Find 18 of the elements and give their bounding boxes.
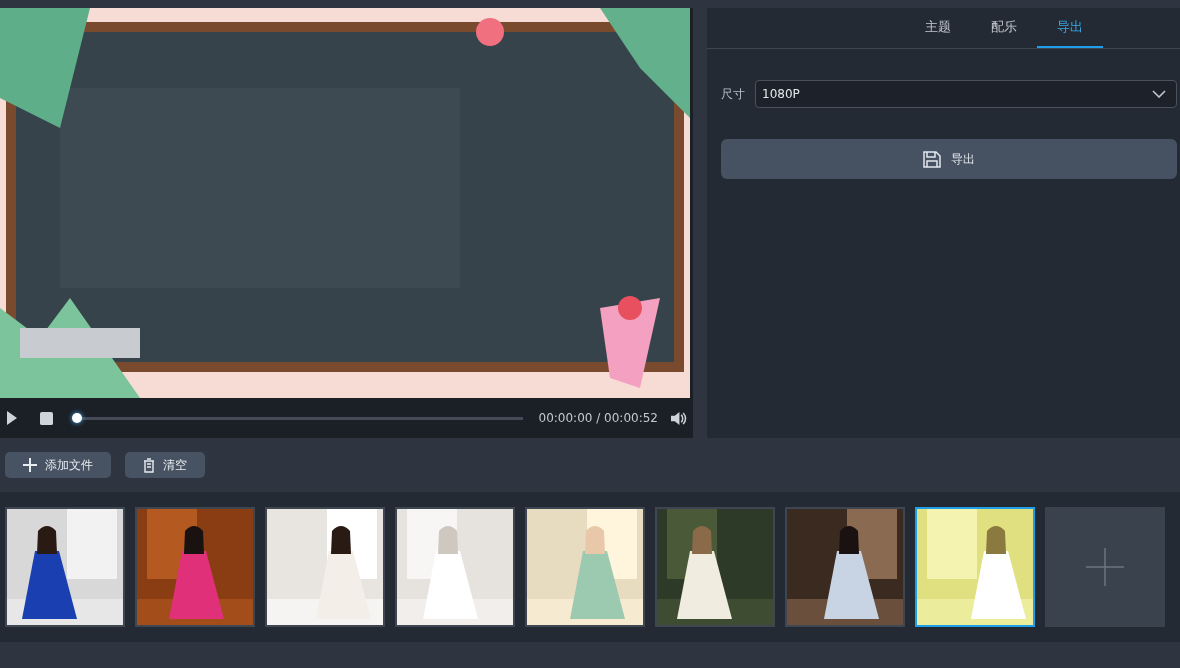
size-label: 尺寸 (721, 85, 745, 103)
volume-icon[interactable] (670, 410, 687, 426)
chevron-down-icon (1152, 90, 1166, 98)
progress-handle[interactable] (72, 412, 82, 423)
export-button[interactable]: 导出 (721, 139, 1177, 179)
add-file-button[interactable]: 添加文件 (5, 452, 111, 478)
tab[interactable]: 导出 (1036, 8, 1103, 48)
play-icon[interactable] (6, 410, 18, 426)
plus-icon (23, 458, 37, 472)
clear-button[interactable]: 清空 (125, 452, 205, 478)
size-dropdown[interactable]: 1080P (755, 80, 1177, 108)
time-display: 00:00:00 / 00:00:52 (538, 411, 658, 425)
tab[interactable]: 配乐 (970, 8, 1037, 48)
stop-icon[interactable] (40, 411, 53, 425)
trash-icon (143, 457, 155, 473)
save-icon (923, 150, 941, 168)
plus-icon (1086, 548, 1124, 586)
tab[interactable]: 主题 (904, 8, 971, 48)
